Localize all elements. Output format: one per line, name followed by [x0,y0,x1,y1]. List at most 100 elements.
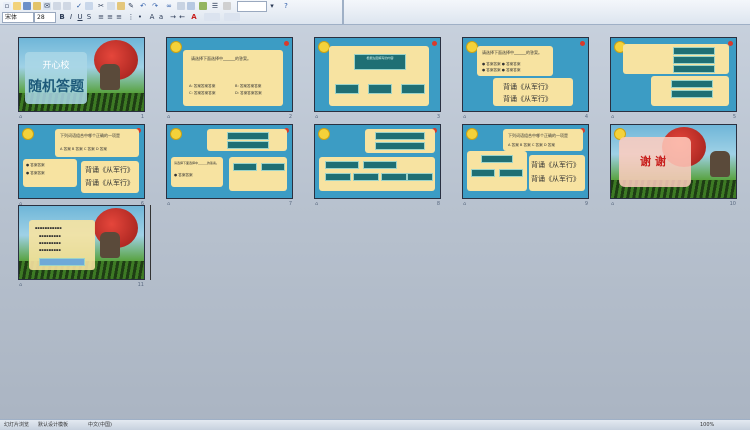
slide-thumbnail-5[interactable]: ⌂ 5 [610,37,737,121]
align-center-icon[interactable]: ≡ [106,13,114,21]
bold-icon[interactable]: B [58,13,66,21]
align-left-icon[interactable]: ≡ [97,13,105,21]
slide-thumbnail-4[interactable]: 请选择下面选择中______的答案。 ● 答案答案 ● 答案答案 ● 答案答案 … [462,37,589,121]
slide-6[interactable]: 下列词语组合中哪个正确的一项是 A 答案 B 答案 C 答案 D 答案 ● 答案… [18,124,145,199]
slide-5[interactable] [610,37,737,112]
print-icon[interactable] [53,2,61,10]
save-icon[interactable] [23,2,31,10]
expand-icon[interactable]: ☰ [211,2,219,10]
recite-note: 背诵《从军行》 [85,179,134,187]
status-bar: 幻灯片浏览 默认设计模板 中文(中国) 100% [0,419,750,430]
design-icon[interactable] [204,13,220,21]
help-icon[interactable]: ? [282,2,290,10]
info-box [39,258,85,266]
diagram-card [365,129,435,153]
hyperlink-icon[interactable]: ∞ [165,2,173,10]
info-line: ▪▪▪▪▪▪▪▪▪ [39,241,61,245]
formatting-toolbar: 宋体 28 B I U S ≡ ≡ ≡ ⋮ • A a → ← A [0,12,360,23]
question-prompt: 请选择下面选择中______的答案。 [191,56,251,61]
font-name-combo[interactable]: 宋体 [2,12,34,23]
diagram-box [353,173,379,181]
diagram-box [325,173,351,181]
question-card: 请选择下面选择中______的答案。 ● 答案答案 [171,157,223,187]
open-icon[interactable] [13,2,21,10]
slide-thumbnail-10[interactable]: 谢谢 ⌂ 10 [610,124,737,208]
slide-9[interactable]: 下列词语组合中哪个正确的一项是 A 答案 B 答案 C 答案 D 答案 背诵《从… [462,124,589,199]
question-card: 请选择下面选择中______的答案。 A: 答案答案答案 B: 答案答案答案 C… [183,50,283,106]
undo-icon[interactable]: ↶ [139,2,147,10]
option-a: A: 答案答案答案 [189,84,216,88]
copy-icon[interactable] [107,2,115,10]
badge-icon [318,128,330,140]
align-right-icon[interactable]: ≡ [115,13,123,21]
zoom-icon[interactable]: ▾ [268,2,276,10]
slide-2[interactable]: 请选择下面选择中______的答案。 A: 答案答案答案 B: 答案答案答案 C… [166,37,293,112]
slide-4[interactable]: 请选择下面选择中______的答案。 ● 答案答案 ● 答案答案 ● 答案答案 … [462,37,589,112]
font-color-icon[interactable]: A [190,13,198,21]
slide-thumbnail-6[interactable]: 下列词语组合中哪个正确的一项是 A 答案 B 答案 C 答案 D 答案 ● 答案… [18,124,145,208]
slide-10[interactable]: 谢谢 [610,124,737,199]
recite-card: 背诵《从军行》 背诵《从军行》 [493,78,573,106]
research-icon[interactable] [85,2,93,10]
slide-notes-icon: ⌂ [463,114,467,120]
table-icon[interactable] [177,2,185,10]
preview-icon[interactable] [63,2,71,10]
slide-thumbnail-11[interactable]: ▪▪▪▪▪▪▪▪▪▪▪ ▪▪▪▪▪▪▪▪▪ ▪▪▪▪▪▪▪▪▪ ▪▪▪▪▪▪▪▪… [18,205,151,289]
slide-number: 9 [584,201,588,207]
new-slide-icon[interactable] [224,13,240,21]
diagram-box [227,132,269,140]
decrease-font-icon[interactable]: a [157,13,165,21]
diagram-box [499,169,523,177]
format-painter-icon[interactable]: ✎ [127,2,135,10]
badge-icon [170,128,182,140]
shadow-icon[interactable]: S [85,13,93,21]
increase-font-icon[interactable]: A [148,13,156,21]
redo-icon[interactable]: ↷ [151,2,159,10]
slide-thumbnail-1[interactable]: 开心校 随机答题 ⌂ 1 [18,37,145,121]
question-prompt: 请选择下面选择中______的答案。 [174,161,220,165]
underline-icon[interactable]: U [76,13,84,21]
outdent-icon[interactable]: ← [178,13,186,21]
option-line: ● 答案答案 ● 答案答案 [482,62,521,66]
indent-icon[interactable]: → [169,13,177,21]
cut-icon[interactable]: ✂ [97,2,105,10]
bullets-icon[interactable]: • [136,13,144,21]
zoom-combo[interactable] [237,1,267,12]
diagram-box [363,161,397,169]
slide-notes-icon: ⌂ [611,114,615,120]
grayscale-icon[interactable] [223,2,231,10]
diagram-card [467,151,527,191]
slide-1[interactable]: 开心校 随机答题 [18,37,145,112]
slide-thumbnail-7[interactable]: 请选择下面选择中______的答案。 ● 答案答案 ⌂ 7 [166,124,293,208]
diagram-box [335,84,359,94]
slide-7[interactable]: 请选择下面选择中______的答案。 ● 答案答案 [166,124,293,199]
italic-icon[interactable]: I [67,13,75,21]
slide-11[interactable]: ▪▪▪▪▪▪▪▪▪▪▪ ▪▪▪▪▪▪▪▪▪ ▪▪▪▪▪▪▪▪▪ ▪▪▪▪▪▪▪▪… [18,205,145,280]
slide-notes-icon: ⌂ [315,114,319,120]
new-icon[interactable]: ▫ [3,2,11,10]
chart-icon[interactable] [187,2,195,10]
option-line: ● 答案答案 [26,171,45,175]
slide-3[interactable]: 根据左图填写的内容 [314,37,441,112]
diagram-box [233,163,257,171]
email-icon[interactable]: ✉ [43,2,51,10]
recite-card: 背诵《从军行》 背诵《从军行》 [81,161,139,193]
permission-icon[interactable] [33,2,41,10]
slide-sorter-pane[interactable]: 开心校 随机答题 ⌂ 1 请选择下面选择中______的答案。 A: 答案答案答… [0,25,750,419]
paste-icon[interactable] [117,2,125,10]
slide-8[interactable] [314,124,441,199]
insert-image-icon[interactable] [199,2,207,10]
slide-thumbnail-8[interactable]: ⌂ 8 [314,124,441,208]
spelling-icon[interactable]: ✓ [75,2,83,10]
record-dot-icon [580,41,585,46]
slide-thumbnail-2[interactable]: 请选择下面选择中______的答案。 A: 答案答案答案 B: 答案答案答案 C… [166,37,293,121]
font-size-combo[interactable]: 28 [34,12,56,23]
slide-thumbnail-9[interactable]: 下列词语组合中哪个正确的一项是 A 答案 B 答案 C 答案 D 答案 背诵《从… [462,124,589,208]
numbering-icon[interactable]: ⋮ [127,13,135,21]
slide-thumbnail-3[interactable]: 根据左图填写的内容 ⌂ 3 [314,37,441,121]
recite-card: 背诵《从军行》 背诵《从军行》 [529,155,585,191]
diagram-box [261,163,285,171]
diagram-box [375,142,425,150]
diagram-card [207,129,287,151]
option-line: A 答案 B 答案 C 答案 D 答案 [508,143,555,147]
